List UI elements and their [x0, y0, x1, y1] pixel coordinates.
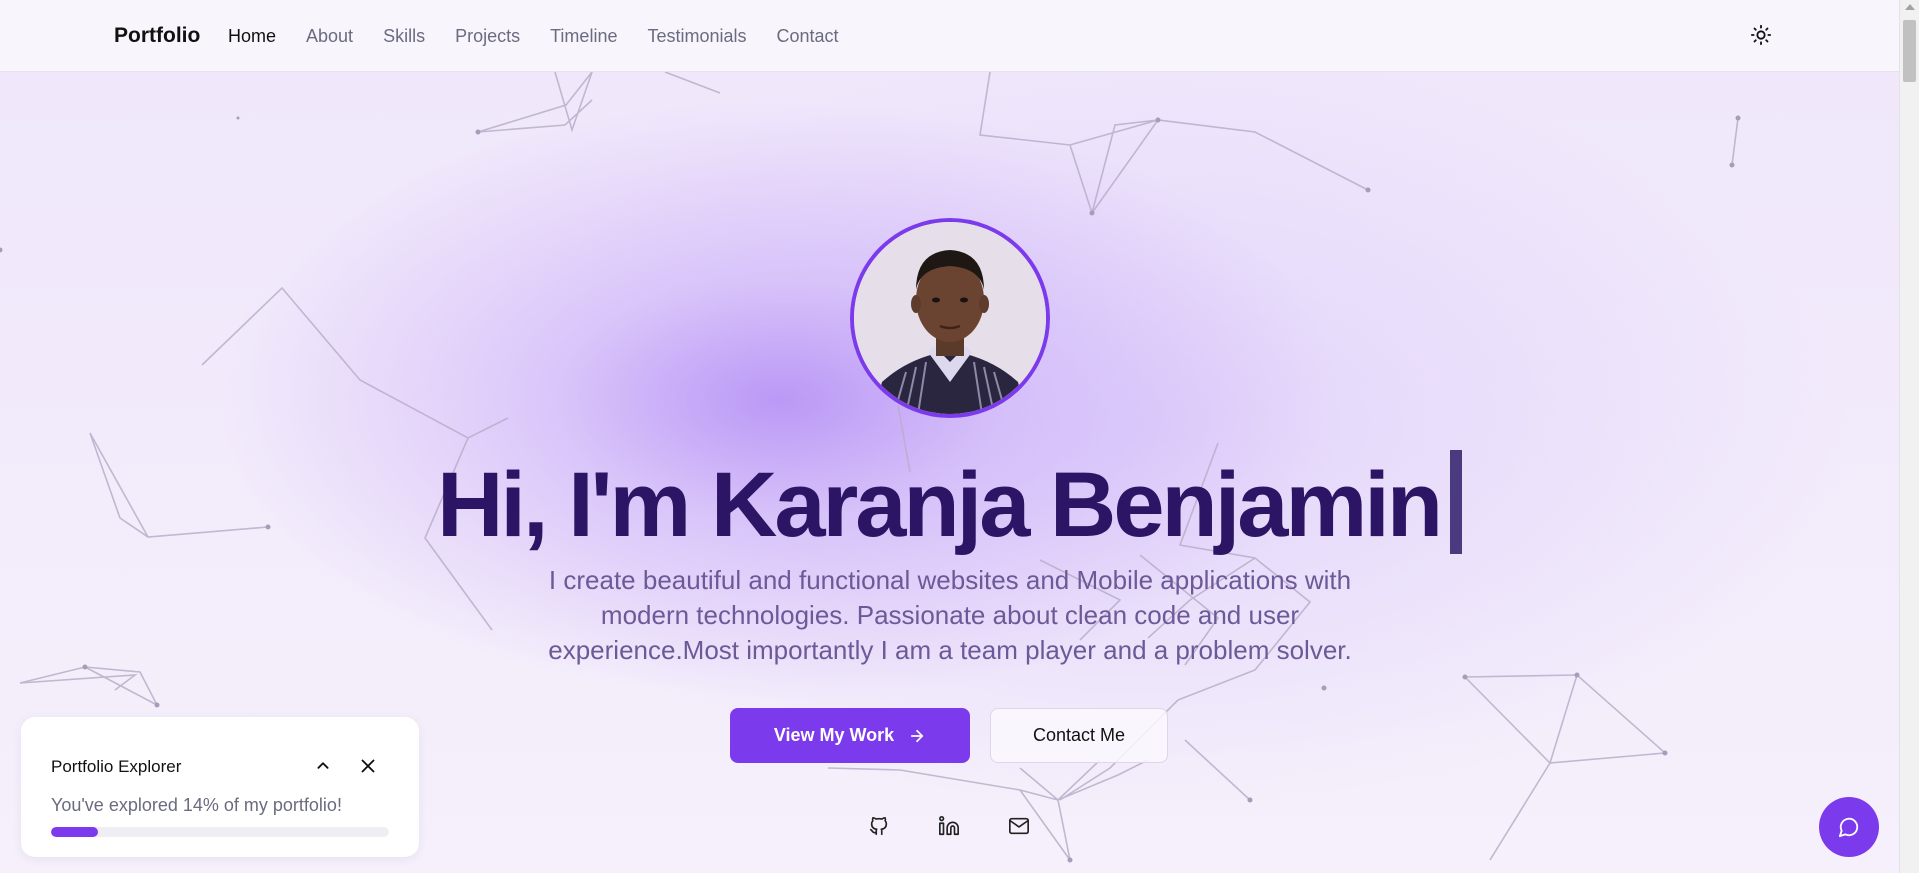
brand-logo[interactable]: Portfolio [114, 24, 200, 48]
profile-photo [850, 218, 1050, 418]
email-link[interactable] [1008, 815, 1032, 839]
contact-me-button[interactable]: Contact Me [990, 708, 1168, 763]
page: Portfolio Home About Skills Projects Tim… [0, 0, 1899, 873]
hero-headline: Hi, I'm Karanja Benjamin [0, 450, 1899, 558]
github-link[interactable] [868, 815, 892, 839]
contact-me-label: Contact Me [1032, 725, 1126, 745]
chat-button[interactable] [1819, 797, 1879, 857]
nav-link-home[interactable]: Home [228, 26, 276, 47]
scroll-thumb[interactable] [1903, 20, 1916, 82]
explorer-progress-fill [51, 827, 99, 837]
nav-link-skills[interactable]: Skills [383, 26, 425, 47]
portfolio-explorer-card: Portfolio Explorer You've explored 14% o… [21, 717, 419, 857]
chevron-up-icon [317, 762, 329, 769]
view-my-work-button[interactable]: View My Work [730, 708, 970, 763]
linkedin-icon [939, 816, 959, 836]
view-my-work-label: View My Work [773, 725, 895, 745]
chat-bubble-icon [1838, 817, 1859, 838]
github-icon [869, 816, 888, 836]
scroll-up-arrow[interactable] [1905, 4, 1915, 10]
explorer-title: Portfolio Explorer [51, 757, 182, 776]
sun-icon [1750, 24, 1772, 46]
linkedin-link[interactable] [938, 815, 962, 839]
page-scrollbar[interactable] [1899, 0, 1919, 873]
explorer-close-button[interactable] [357, 755, 379, 777]
theme-toggle-button[interactable] [1750, 24, 1772, 46]
nav-link-contact[interactable]: Contact [777, 26, 839, 47]
nav-links: Home About Skills Projects Timeline Test… [228, 26, 869, 47]
explorer-message: You've explored 14% of my portfolio! [51, 795, 342, 815]
close-icon [361, 759, 375, 773]
nav-link-projects[interactable]: Projects [455, 26, 520, 47]
nav-link-about[interactable]: About [306, 26, 353, 47]
typing-caret [1450, 450, 1463, 554]
nav-link-testimonials[interactable]: Testimonials [647, 26, 746, 47]
profile-photo-illustration [854, 222, 1046, 414]
arrow-right-icon [911, 729, 924, 742]
hero-description: I create beautiful and functional websit… [548, 565, 1352, 665]
navbar: Portfolio Home About Skills Projects Tim… [0, 0, 1899, 72]
explorer-collapse-button[interactable] [312, 755, 334, 777]
explorer-progress-bar [51, 827, 389, 837]
mail-icon [1009, 817, 1029, 835]
hero-headline-text: Hi, I'm Karanja Benjamin [436, 454, 1443, 556]
nav-link-timeline[interactable]: Timeline [550, 26, 617, 47]
